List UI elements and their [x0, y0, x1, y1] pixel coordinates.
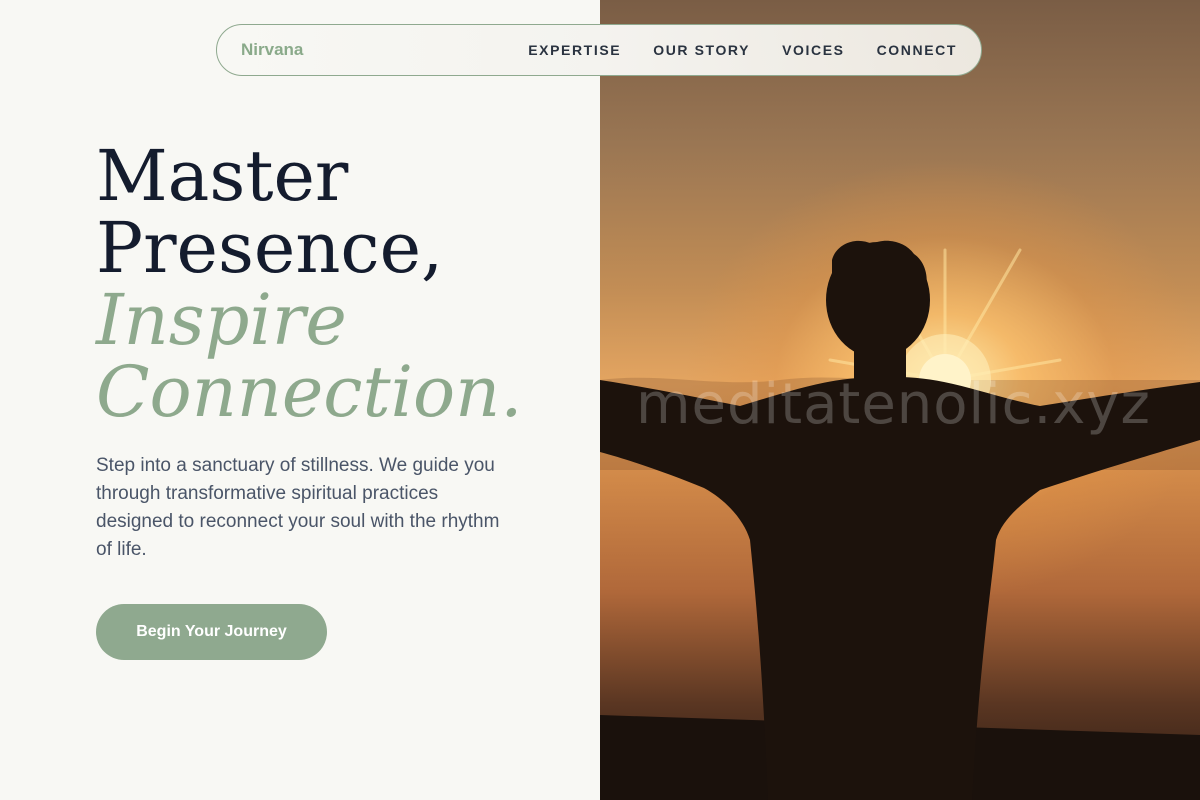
begin-journey-button[interactable]: Begin Your Journey [96, 604, 327, 660]
top-navigation: Nirvana EXPERTISE OUR STORY VOICES CONNE… [216, 24, 982, 76]
brand-logo[interactable]: Nirvana [241, 40, 528, 60]
page: Master Presence, Inspire Connection. Ste… [0, 0, 1200, 800]
watermark-text: meditatenolic.xyz [636, 372, 1151, 437]
headline-line-inspire: Inspire [96, 279, 347, 361]
hero-image: meditatenolic.xyz [600, 0, 1200, 800]
headline-line-presence: Presence, [96, 207, 444, 289]
hero-text-panel: Master Presence, Inspire Connection. Ste… [0, 0, 600, 800]
hero-headline: Master Presence, Inspire Connection. [96, 140, 523, 428]
nav-link-voices[interactable]: VOICES [782, 42, 845, 58]
headline-line-master: Master [96, 135, 349, 217]
nav-link-expertise[interactable]: EXPERTISE [528, 42, 621, 58]
headline-line-connection: Connection. [96, 351, 523, 433]
nav-link-connect[interactable]: CONNECT [877, 42, 957, 58]
nav-link-our-story[interactable]: OUR STORY [653, 42, 750, 58]
nav-links: EXPERTISE OUR STORY VOICES CONNECT [528, 42, 957, 58]
hero-description: Step into a sanctuary of stillness. We g… [96, 455, 500, 560]
